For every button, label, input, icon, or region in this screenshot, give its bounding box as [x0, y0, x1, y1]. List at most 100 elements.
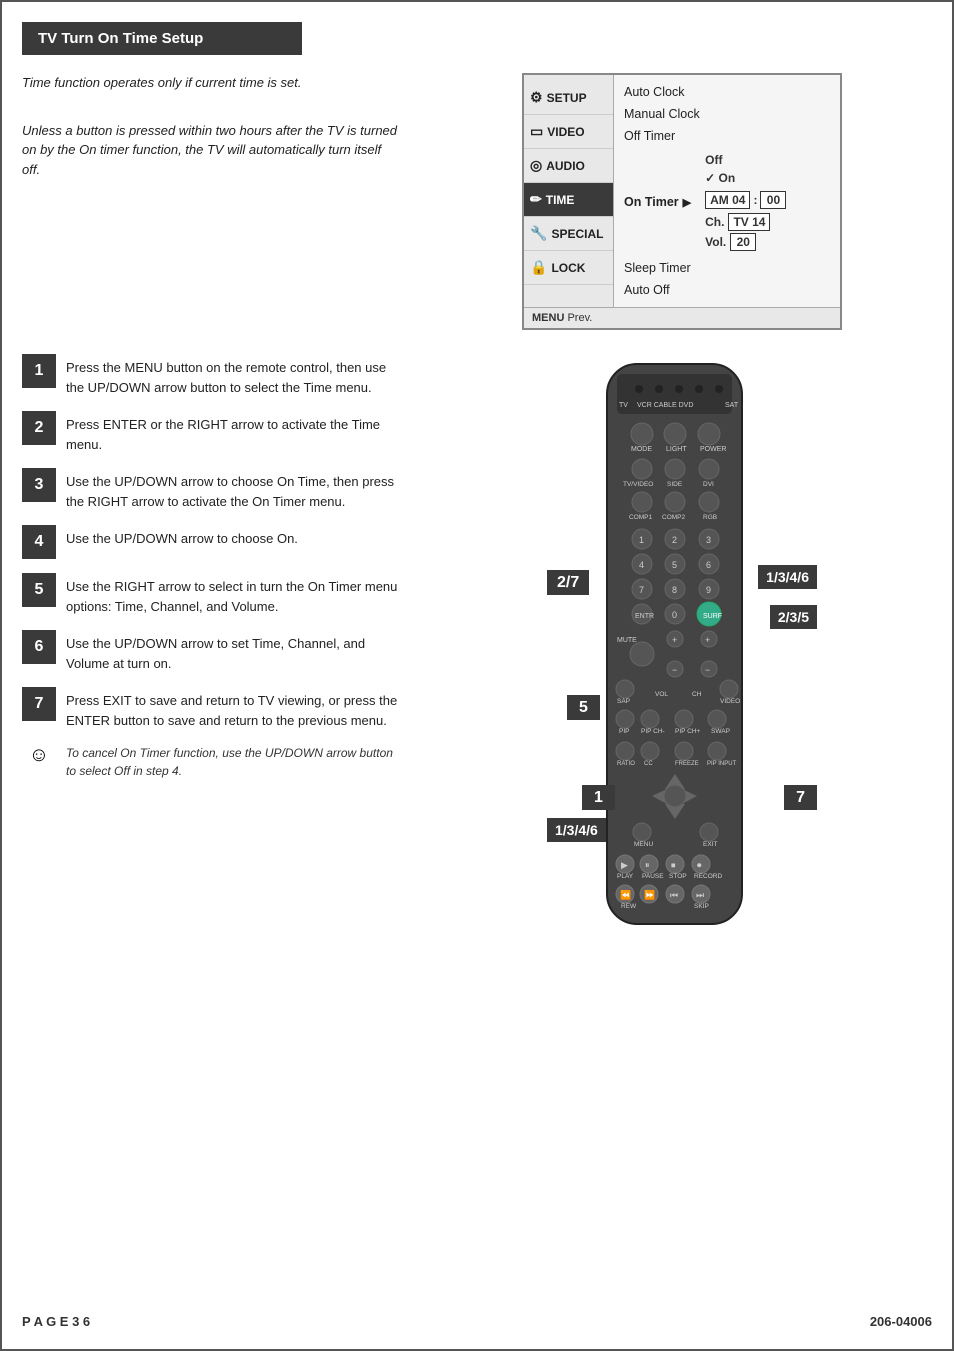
step-number-7: 7	[22, 687, 56, 721]
step-text-6: Use the UP/DOWN arrow to set Time, Chann…	[66, 630, 402, 673]
svg-text:TV/VIDEO: TV/VIDEO	[623, 481, 653, 488]
on-timer-arrow: ▶	[683, 196, 691, 209]
tv-footer: MENU Prev.	[524, 307, 840, 328]
steps-section: 1 Press the MENU button on the remote co…	[22, 354, 932, 939]
svg-text:POWER: POWER	[700, 446, 726, 453]
svg-text:SAT: SAT	[725, 402, 739, 409]
svg-text:−: −	[705, 665, 710, 675]
step-text-3: Use the UP/DOWN arrow to choose On Time,…	[66, 468, 402, 511]
svg-text:⏭: ⏭	[696, 890, 704, 900]
svg-text:TV: TV	[619, 402, 628, 409]
svg-text:+: +	[672, 635, 677, 645]
svg-text:+: +	[705, 635, 710, 645]
svg-text:PLAY: PLAY	[617, 873, 634, 880]
svg-text:2: 2	[672, 535, 677, 545]
svg-text:RGB: RGB	[703, 514, 717, 521]
lock-icon: 🔒	[530, 259, 547, 276]
step-number-1: 1	[22, 354, 56, 388]
svg-text:−: −	[672, 665, 677, 675]
sidebar-video-label: VIDEO	[547, 125, 584, 139]
svg-text:3: 3	[706, 535, 711, 545]
tv-sidebar: ⚙ SETUP ▭ VIDEO ◎ AUDIO ✏	[524, 75, 614, 307]
page-header: TV Turn On Time Setup	[22, 22, 302, 55]
step-row-4: 4 Use the UP/DOWN arrow to choose On.	[22, 525, 402, 559]
sidebar-setup-label: SETUP	[547, 91, 587, 105]
time-am-box: AM 04	[705, 191, 750, 209]
time-inputs: AM 04 : 00	[705, 191, 786, 209]
submenu-on: On	[705, 169, 786, 187]
vol-row: Vol. 20	[705, 233, 786, 251]
step-row-5: 5 Use the RIGHT arrow to select in turn …	[22, 573, 402, 616]
svg-text:LIGHT: LIGHT	[666, 446, 687, 453]
intro-line1: Time function operates only if current t…	[22, 73, 402, 93]
svg-text:1: 1	[639, 535, 644, 545]
label-2-7: 2/7	[547, 574, 589, 592]
step-text-7: Press EXIT to save and return to TV view…	[66, 687, 402, 730]
remote-svg: TV VCR CABLE DVD SAT MODE LIGHT POWER TV…	[587, 354, 762, 934]
left-intro: Time function operates only if current t…	[22, 73, 402, 330]
sidebar-item-time: ✏ TIME	[524, 183, 613, 217]
step-text-1: Press the MENU button on the remote cont…	[66, 354, 402, 397]
note-row: ☺ To cancel On Timer function, use the U…	[22, 744, 402, 780]
note-icon: ☺	[22, 744, 56, 767]
tv-submenu: Off On AM 04 : 00	[705, 151, 786, 253]
step-text-5: Use the RIGHT arrow to select in turn th…	[66, 573, 402, 616]
svg-text:▶: ▶	[621, 860, 628, 870]
time-min-box: 00	[760, 191, 786, 209]
label-136-bottom: 1/3/4/6	[547, 822, 606, 840]
svg-text:STOP: STOP	[669, 873, 687, 880]
svg-text:SAP: SAP	[617, 698, 630, 705]
svg-text:REW: REW	[621, 903, 637, 910]
svg-text:⏪: ⏪	[620, 889, 631, 900]
menu-auto-off: Auto Off	[624, 279, 830, 301]
svg-text:SURF: SURF	[703, 613, 722, 620]
footer-code: 206-04006	[870, 1314, 932, 1329]
step-row-2: 2 Press ENTER or the RIGHT arrow to acti…	[22, 411, 402, 454]
svg-text:EXIT: EXIT	[703, 841, 717, 848]
sidebar-lock-label: LOCK	[551, 261, 585, 275]
svg-text:PAUSE: PAUSE	[642, 873, 664, 880]
page-container: TV Turn On Time Setup Time function oper…	[0, 0, 954, 1351]
video-icon: ▭	[530, 123, 543, 140]
step-number-2: 2	[22, 411, 56, 445]
svg-text:0: 0	[672, 610, 677, 620]
sidebar-special-label: SPECIAL	[551, 227, 603, 241]
menu-auto-clock: Auto Clock	[624, 81, 830, 103]
svg-text:SIDE: SIDE	[667, 481, 683, 488]
label-235-right: 2/3/5	[770, 609, 817, 627]
svg-text:COMP1: COMP1	[629, 514, 653, 521]
sidebar-item-video: ▭ VIDEO	[524, 115, 613, 149]
svg-text:MODE: MODE	[631, 446, 652, 453]
step-number-4: 4	[22, 525, 56, 559]
svg-text:6: 6	[706, 560, 711, 570]
step-row-7: 7 Press EXIT to save and return to TV vi…	[22, 687, 402, 730]
setup-icon: ⚙	[530, 89, 543, 106]
sidebar-item-special: 🔧 SPECIAL	[524, 217, 613, 251]
page-number: P A G E 3 6	[22, 1314, 90, 1329]
svg-text:⏮: ⏮	[670, 890, 678, 900]
svg-text:PIP CH+: PIP CH+	[675, 728, 701, 735]
note-text: To cancel On Timer function, use the UP/…	[66, 744, 402, 780]
step-number-3: 3	[22, 468, 56, 502]
step-row-6: 6 Use the UP/DOWN arrow to set Time, Cha…	[22, 630, 402, 673]
svg-text:CC: CC	[644, 761, 653, 767]
svg-text:ENTR: ENTR	[635, 613, 654, 620]
special-icon: 🔧	[530, 225, 547, 242]
label-136-right: 1/3/4/6	[758, 569, 817, 587]
menu-keyword: MENU	[532, 312, 564, 324]
page-title: TV Turn On Time Setup	[38, 30, 203, 47]
svg-text:⏹: ⏹	[671, 860, 676, 870]
time-colon: :	[753, 193, 757, 207]
step-number-5: 5	[22, 573, 56, 607]
svg-text:RATIO: RATIO	[617, 761, 635, 767]
svg-text:⏺: ⏺	[697, 860, 702, 870]
svg-text:DVI: DVI	[703, 481, 714, 488]
svg-text:SKIP: SKIP	[694, 903, 709, 910]
intro-line2: Unless a button is pressed within two ho…	[22, 121, 402, 180]
svg-text:⏸: ⏸	[645, 860, 650, 870]
svg-text:CH: CH	[692, 691, 702, 698]
menu-manual-clock: Manual Clock	[624, 103, 830, 125]
svg-text:VIDEO: VIDEO	[720, 698, 740, 705]
svg-text:VOL: VOL	[655, 691, 668, 698]
steps-right: TV VCR CABLE DVD SAT MODE LIGHT POWER TV…	[422, 354, 932, 939]
